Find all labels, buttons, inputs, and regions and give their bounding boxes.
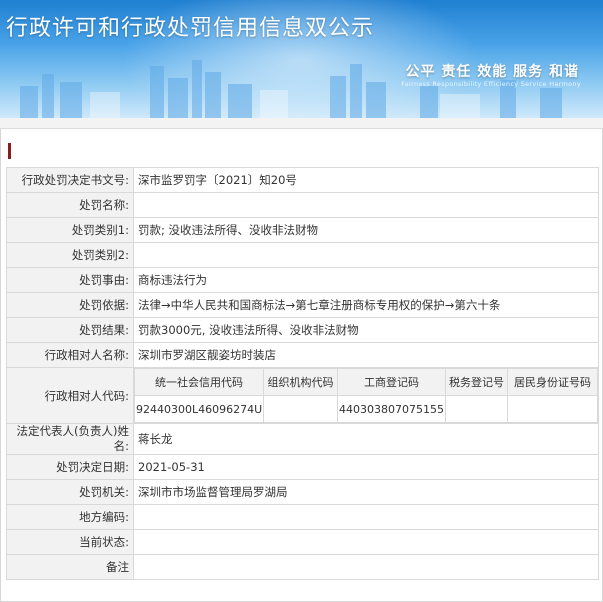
- codes-header-row: 统一社会信用代码 组织机构代码 工商登记码 税务登记号 居民身份证号码: [134, 368, 598, 396]
- field-label: 处罚决定日期:: [6, 454, 134, 480]
- field-value: 罚款3000元, 没收违法所得、没收非法财物: [133, 317, 599, 343]
- field-label: 地方编码:: [6, 504, 134, 530]
- field-label: 当前状态:: [6, 529, 134, 555]
- table-row: 处罚事由: 商标违法行为: [6, 267, 599, 293]
- field-value: 法律→中华人民共和国商标法→第七章注册商标专用权的保护→第六十条: [133, 292, 599, 318]
- field-label: 法定代表人(负责人)姓名:: [6, 423, 134, 455]
- table-row: 处罚决定日期: 2021-05-31: [6, 454, 599, 480]
- codes-column-header: 居民身份证号码: [507, 368, 598, 396]
- codes-value-cell: 440303807075155: [337, 395, 446, 423]
- section-gap: [0, 118, 603, 129]
- field-value: 商标违法行为: [133, 267, 599, 293]
- field-label: 处罚事由:: [6, 267, 134, 293]
- field-label: 备注: [6, 554, 134, 580]
- field-value: 蒋长龙: [133, 423, 599, 455]
- title-marker-bar: [8, 143, 11, 159]
- panel-titlebar: [1, 129, 602, 167]
- field-value: [133, 529, 599, 555]
- codes-value-cell: [263, 395, 338, 423]
- table-row: 当前状态:: [6, 529, 599, 555]
- field-label: 处罚名称:: [6, 192, 134, 218]
- motto-text: 公平 责任 效能 服务 和谐: [405, 64, 579, 80]
- table-row: 处罚依据: 法律→中华人民共和国商标法→第七章注册商标专用权的保护→第六十条: [6, 292, 599, 318]
- field-value: [133, 242, 599, 268]
- table-row: 备注: [6, 554, 599, 580]
- field-label: 行政处罚决定书文号:: [6, 167, 134, 193]
- table-row: 处罚结果: 罚款3000元, 没收违法所得、没收非法财物: [6, 317, 599, 343]
- field-label: 处罚机关:: [6, 479, 134, 505]
- motto-english-text: Fairness Responsibility Efficiency Servi…: [401, 80, 581, 88]
- field-label: 处罚结果:: [6, 317, 134, 343]
- table-row: 行政处罚决定书文号: 深市监罗罚字〔2021〕知20号: [6, 167, 599, 193]
- codes-value-row: 92440300L46096274U 440303807075155: [134, 395, 598, 423]
- table-row: 处罚类别1: 罚款; 没收违法所得、没收非法财物: [6, 217, 599, 243]
- codes-cell: 统一社会信用代码 组织机构代码 工商登记码 税务登记号 居民身份证号码 92440300…: [133, 367, 599, 424]
- page-title: 行政许可和行政处罚信用信息双公示: [6, 16, 375, 41]
- record-panel: 行政处罚决定书文号: 深市监罗罚字〔2021〕知20号 处罚名称: 处罚类别1: 罚款;…: [0, 129, 603, 602]
- field-label: 行政相对人名称:: [6, 342, 134, 368]
- identifier-codes-table: 统一社会信用代码 组织机构代码 工商登记码 税务登记号 居民身份证号码 92440300…: [134, 368, 598, 423]
- table-row: 行政相对人代码: 统一社会信用代码 组织机构代码 工商登记码 税务登记号 居民身份证号码…: [6, 367, 599, 424]
- table-row: 法定代表人(负责人)姓名: 蒋长龙: [6, 423, 599, 455]
- field-value: 罚款; 没收违法所得、没收非法财物: [133, 217, 599, 243]
- field-label: 行政相对人代码:: [6, 367, 134, 424]
- field-value: [133, 554, 599, 580]
- field-label: 处罚依据:: [6, 292, 134, 318]
- site-banner: 行政许可和行政处罚信用信息双公示 公平 责任 效能 服务 和谐 Fairness…: [0, 0, 603, 118]
- table-row: 处罚类别2:: [6, 242, 599, 268]
- field-label: 处罚类别1:: [6, 217, 134, 243]
- codes-value-cell: [507, 395, 598, 423]
- field-value: [133, 192, 599, 218]
- field-value: [133, 504, 599, 530]
- codes-value-cell: 92440300L46096274U: [134, 395, 264, 423]
- field-value: 深圳市市场监督管理局罗湖局: [133, 479, 599, 505]
- codes-column-header: 统一社会信用代码: [134, 368, 264, 396]
- record-detail-table: 行政处罚决定书文号: 深市监罗罚字〔2021〕知20号 处罚名称: 处罚类别1: 罚款;…: [6, 167, 599, 580]
- field-value: 深市监罗罚字〔2021〕知20号: [133, 167, 599, 193]
- codes-value-cell: [445, 395, 508, 423]
- table-row: 行政相对人名称: 深圳市罗湖区靓姿坊时装店: [6, 342, 599, 368]
- field-value: 深圳市罗湖区靓姿坊时装店: [133, 342, 599, 368]
- codes-column-header: 工商登记码: [337, 368, 446, 396]
- field-label: 处罚类别2:: [6, 242, 134, 268]
- field-value: 2021-05-31: [133, 454, 599, 480]
- codes-column-header: 税务登记号: [445, 368, 508, 396]
- table-row: 地方编码:: [6, 504, 599, 530]
- table-row: 处罚名称:: [6, 192, 599, 218]
- codes-column-header: 组织机构代码: [263, 368, 338, 396]
- table-row: 处罚机关: 深圳市市场监督管理局罗湖局: [6, 479, 599, 505]
